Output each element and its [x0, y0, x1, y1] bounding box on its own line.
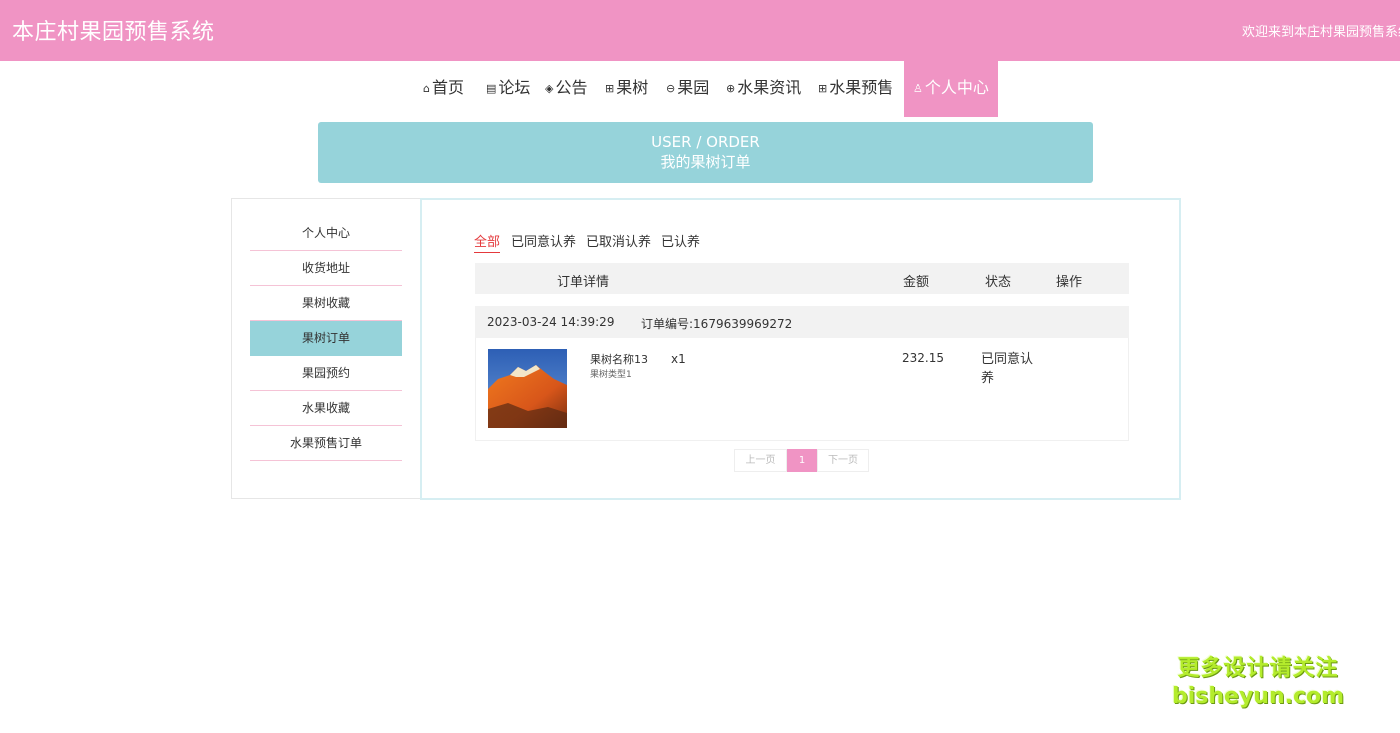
sidebar-item-orchard-booking[interactable]: 果园预约 [250, 356, 402, 391]
header-detail: 订单详情 [557, 275, 610, 290]
order-item-row: 果树名称13 果树类型1 x1 232.15 已同意认养 [475, 338, 1129, 441]
nav-label: 果园 [677, 78, 710, 97]
sidebar-item-tree-orders[interactable]: 果树订单 [250, 321, 402, 356]
page-banner: USER / ORDER 我的果树订单 [318, 122, 1093, 183]
nav-label: 水果预售 [829, 78, 894, 97]
main-nav: ⌂ 首页 ▤ 论坛 ◈ 公告 ⊞ 果树 ⊖ 果园 ⊕ 水果资讯 ⊞ 水果预售 ♙ 个人中心 [0, 61, 1400, 117]
nav-label: 首页 [431, 78, 464, 97]
user-icon: ♙ [913, 82, 923, 95]
tab-cancelled[interactable]: 已取消认养 [586, 231, 651, 252]
nav-label: 个人中心 [924, 78, 989, 97]
nav-item-forum[interactable]: ▤ 论坛 [486, 61, 530, 117]
product-quantity: x1 [671, 352, 686, 366]
nav-label: 论坛 [498, 78, 531, 97]
nav-label: 公告 [555, 78, 588, 97]
nav-label: 水果资讯 [737, 78, 802, 97]
sidebar-item-address[interactable]: 收货地址 [250, 251, 402, 286]
nav-item-orchard[interactable]: ⊖ 果园 [666, 61, 709, 117]
product-image[interactable] [488, 349, 567, 428]
order-header-row: 2023-03-24 14:39:29 订单编号:1679639969272 [475, 306, 1129, 338]
tab-agreed[interactable]: 已同意认养 [511, 231, 576, 252]
header-status: 状态 [985, 275, 1012, 290]
sidebar-item-fruit-favorites[interactable]: 水果收藏 [250, 391, 402, 426]
sidebar-item-tree-favorites[interactable]: 果树收藏 [250, 286, 402, 321]
sidebar-item-fruit-presale-orders[interactable]: 水果预售订单 [250, 426, 402, 461]
grid-icon: ⊞ [818, 82, 828, 95]
nav-item-home[interactable]: ⌂ 首页 [423, 61, 464, 117]
home-icon: ⌂ [423, 82, 430, 95]
page-1-button[interactable]: 1 [787, 449, 817, 472]
tab-all[interactable]: 全部 [474, 231, 501, 253]
order-amount: 232.15 [902, 351, 944, 365]
globe-icon: ⊕ [726, 82, 736, 95]
tab-adopted[interactable]: 已认养 [661, 231, 700, 252]
table-header: 订单详情 金额 状态 操作 [475, 263, 1129, 294]
product-type: 果树类型1 [590, 370, 632, 380]
nav-label: 果树 [616, 78, 649, 97]
nav-item-fruit-news[interactable]: ⊕ 水果资讯 [726, 61, 801, 117]
forum-icon: ▤ [486, 82, 497, 95]
product-name[interactable]: 果树名称13 [590, 351, 648, 367]
watermark-line1: 更多设计请关注 [1177, 656, 1339, 681]
next-page-button[interactable]: 下一页 [817, 449, 869, 472]
sidebar: 个人中心 收货地址 果树收藏 果树订单 果园预约 水果收藏 水果预售订单 [231, 198, 420, 499]
order-number: 订单编号:1679639969272 [641, 317, 793, 331]
header-action: 操作 [1056, 275, 1083, 290]
book-icon: ⊞ [605, 82, 615, 95]
banner-title-cn: 我的果树订单 [660, 153, 751, 171]
top-header: 本庄村果园预售系统 欢迎来到本庄村果园预售系统 [0, 0, 1400, 61]
watermark-line2: bisheyun.com [1172, 684, 1345, 709]
nav-item-fruit-tree[interactable]: ⊞ 果树 [605, 61, 648, 117]
header-amount: 金额 [903, 275, 930, 290]
order-panel: 全部 已同意认养 已取消认养 已认养 订单详情 金额 状态 操作 2023-03… [420, 198, 1181, 500]
sidebar-item-personal-center[interactable]: 个人中心 [250, 216, 402, 251]
site-title: 本庄村果园预售系统 [12, 20, 215, 45]
product-thumbnail-graphic [488, 349, 567, 428]
order-time: 2023-03-24 14:39:29 [487, 315, 615, 329]
banner-title-en: USER / ORDER [651, 133, 760, 151]
nav-item-fruit-presale[interactable]: ⊞ 水果预售 [818, 61, 893, 117]
prev-page-button[interactable]: 上一页 [734, 449, 787, 472]
orchard-icon: ⊖ [666, 82, 676, 95]
watermark: 更多设计请关注 bisheyun.com [1172, 655, 1344, 711]
order-status: 已同意认养 [981, 352, 1034, 386]
layers-icon: ◈ [545, 82, 554, 95]
nav-item-announcement[interactable]: ◈ 公告 [545, 61, 587, 117]
welcome-text: 欢迎来到本庄村果园预售系统 [1242, 25, 1400, 40]
nav-item-personal-center[interactable]: ♙ 个人中心 [904, 61, 998, 117]
